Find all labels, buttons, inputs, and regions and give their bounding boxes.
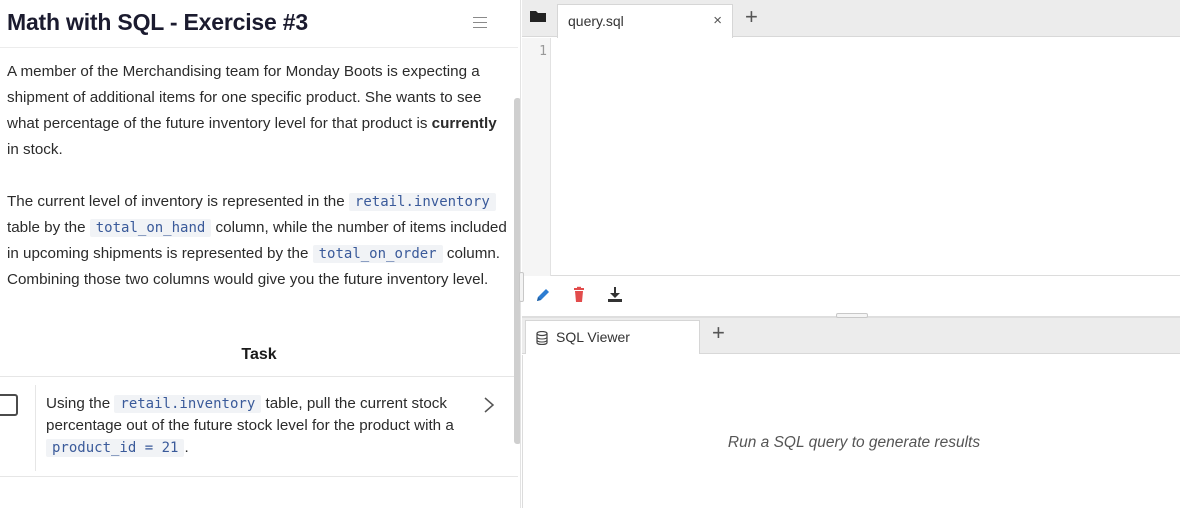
task-divider <box>35 385 36 471</box>
folder-icon[interactable] <box>528 6 548 26</box>
workspace-panel: query.sql × + 1 SQL Viewer + Run a SQL q… <box>522 0 1180 508</box>
tab-label: query.sql <box>568 13 624 29</box>
editor-toolbar <box>522 277 1180 315</box>
close-icon[interactable]: × <box>713 12 722 29</box>
inventory-paragraph: The current level of inventory is repres… <box>7 193 507 288</box>
editor-tab-bar: query.sql × + <box>522 0 1180 38</box>
empty-results-message: Run a SQL query to generate results <box>727 434 981 451</box>
scrollbar[interactable] <box>514 98 520 444</box>
results-area: Run a SQL query to generate results <box>522 355 1180 508</box>
menu-icon[interactable] <box>473 17 487 30</box>
trash-icon[interactable] <box>570 286 588 304</box>
code-editor[interactable]: 1 <box>522 38 1180 276</box>
tab-sql-viewer[interactable]: SQL Viewer <box>525 320 700 354</box>
code-product-id: product_id = 21 <box>46 439 185 457</box>
panel-resize-handle[interactable] <box>519 272 524 302</box>
tab-query-sql[interactable]: query.sql × <box>557 4 733 38</box>
download-icon[interactable] <box>606 286 624 304</box>
line-gutter: 1 <box>522 38 551 276</box>
chevron-right-icon[interactable] <box>482 396 496 414</box>
pencil-icon[interactable] <box>534 286 552 304</box>
instructions-panel: Math with SQL - Exercise #3 A member of … <box>0 0 521 508</box>
emphasis-currently: currently <box>431 115 497 132</box>
code-total-on-hand: total_on_hand <box>89 219 212 237</box>
database-icon <box>536 331 548 345</box>
task-description: Using the retail.inventory table, pull t… <box>46 395 454 457</box>
code-retail-inventory: retail.inventory <box>348 193 496 211</box>
add-viewer-tab-button[interactable]: + <box>712 322 725 344</box>
code-retail-inventory: retail.inventory <box>114 395 262 413</box>
task-heading: Task <box>241 346 277 363</box>
page-title: Math with SQL - Exercise #3 <box>7 9 308 35</box>
tab-label: SQL Viewer <box>556 329 630 345</box>
viewer-tab-bar: SQL Viewer + <box>522 318 1180 354</box>
add-tab-button[interactable]: + <box>745 6 758 28</box>
task-item[interactable]: Using the retail.inventory table, pull t… <box>0 376 518 477</box>
intro-paragraph: A member of the Merchandising team for M… <box>7 63 497 158</box>
instructions-body: A member of the Merchandising team for M… <box>7 59 507 319</box>
instructions-header: Math with SQL - Exercise #3 <box>0 0 518 48</box>
code-total-on-order: total_on_order <box>312 245 443 263</box>
task-checkbox[interactable] <box>0 394 18 416</box>
line-number: 1 <box>539 44 547 59</box>
